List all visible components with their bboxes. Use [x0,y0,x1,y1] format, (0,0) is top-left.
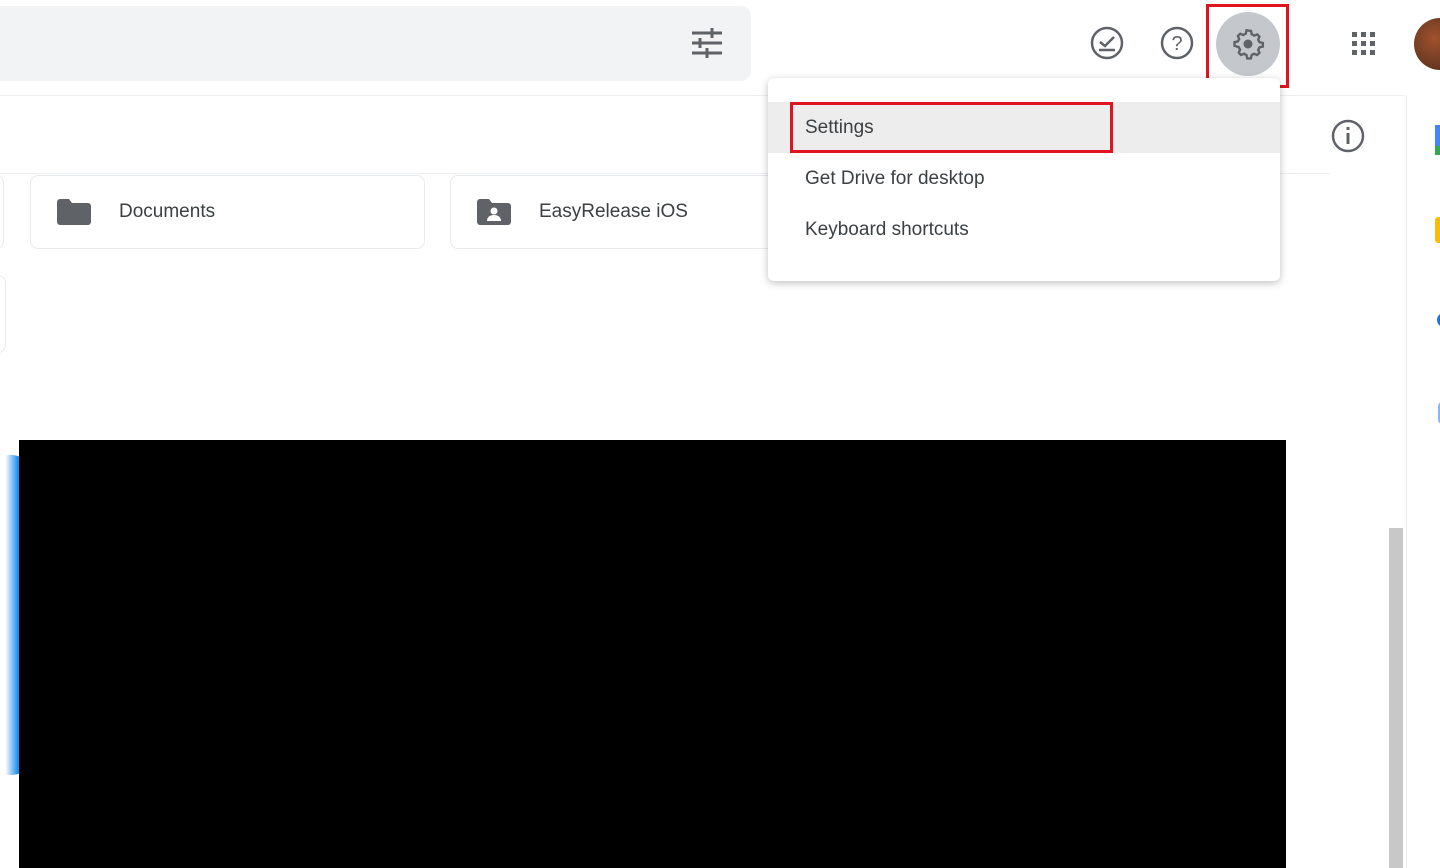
side-panel [1406,95,1440,868]
folder-card[interactable]: EasyRelease iOS [450,175,790,249]
folder-icon [57,199,91,225]
calendar-icon[interactable] [1435,125,1440,155]
avatar[interactable] [1414,18,1440,70]
menu-item-get-drive-desktop[interactable]: Get Drive for desktop [768,153,1280,204]
help-icon[interactable]: ? [1158,24,1196,62]
folder-card[interactable]: Documents [30,175,425,249]
keep-icon[interactable] [1435,217,1440,243]
ready-for-offline-icon[interactable] [1088,24,1126,62]
svg-text:?: ? [1171,33,1182,55]
folder-name: Documents [119,201,216,222]
settings-highlight-box [1206,4,1289,88]
search-options-icon[interactable] [690,28,724,58]
info-icon[interactable] [1330,118,1366,154]
shared-folder-icon [477,199,511,225]
apps-grid-icon[interactable] [1350,30,1378,58]
scrollbar[interactable] [1389,528,1403,868]
search-bar[interactable] [0,6,751,81]
settings-item-highlight-box [790,102,1113,153]
folder-name: EasyRelease iOS [539,201,688,222]
menu-item-keyboard-shortcuts[interactable]: Keyboard shortcuts [768,204,1280,255]
preview-area [19,440,1286,868]
folder-card-partial[interactable] [0,175,4,249]
file-card-partial[interactable] [0,275,6,353]
